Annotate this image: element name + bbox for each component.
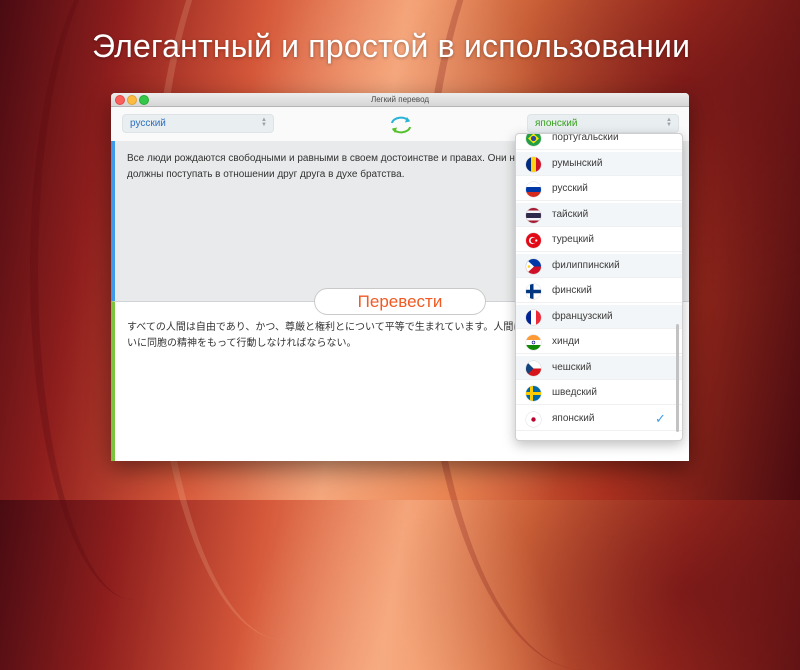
language-option-label: румынский	[552, 158, 603, 169]
language-option-label: шведский	[552, 387, 597, 398]
language-option-label: французский	[552, 311, 613, 322]
turkey-flag-icon	[526, 233, 541, 248]
dropdown-scrollbar[interactable]	[676, 324, 679, 432]
sweden-flag-icon	[526, 386, 541, 401]
language-option-label: филиппинский	[552, 260, 620, 271]
language-option-label: чешский	[552, 362, 592, 373]
france-flag-icon	[526, 310, 541, 325]
source-language-label: русский	[130, 118, 166, 129]
russia-flag-icon	[526, 182, 541, 197]
target-language-label: японский	[535, 118, 578, 129]
india-flag-icon	[526, 335, 541, 350]
language-option[interactable]: чешский	[516, 356, 682, 380]
language-option[interactable]: русский	[516, 177, 682, 201]
language-option[interactable]: хинди	[516, 330, 682, 354]
language-option-label: русский	[552, 183, 588, 194]
language-option[interactable]: финский	[516, 279, 682, 303]
brazil-flag-icon	[526, 134, 541, 146]
language-option-label: японский	[552, 413, 595, 424]
language-option-label: финский	[552, 285, 592, 296]
language-option-label: хинди	[552, 336, 580, 347]
checkmark-icon: ✓	[655, 411, 666, 426]
app-window: Легкий перевод русский ▲ ▼ японский ▲ ▼ Вс…	[111, 93, 689, 461]
language-option[interactable]: румынский	[516, 152, 682, 176]
language-option-label: турецкий	[552, 234, 594, 245]
language-option[interactable]: французский	[516, 305, 682, 329]
language-option[interactable]: шведский	[516, 381, 682, 405]
language-option-label: тайский	[552, 209, 589, 220]
window-title: Легкий перевод	[370, 95, 430, 104]
select-arrows-icon: ▲ ▼	[666, 117, 672, 128]
select-arrows-icon: ▲ ▼	[261, 117, 267, 128]
language-option[interactable]: португальский	[516, 133, 682, 150]
romania-flag-icon	[526, 157, 541, 172]
finland-flag-icon	[526, 284, 541, 299]
swap-arrows-icon[interactable]	[387, 114, 415, 136]
language-option[interactable]: филиппинский	[516, 254, 682, 278]
thailand-flag-icon	[526, 208, 541, 223]
source-language-select[interactable]: русский ▲ ▼	[122, 114, 274, 133]
philippines-flag-icon	[526, 259, 541, 274]
translate-button[interactable]: Перевести	[314, 288, 486, 315]
japan-flag-icon	[526, 412, 541, 427]
headline: Элегантный и простой в использовании	[92, 28, 691, 64]
language-option[interactable]: тайский	[516, 203, 682, 227]
language-option-selected[interactable]: японский ✓	[516, 407, 682, 431]
language-option-label: португальский	[552, 133, 619, 143]
target-language-select[interactable]: японский ▲ ▼	[527, 114, 679, 133]
title-bar: Легкий перевод	[111, 93, 689, 107]
czech-flag-icon	[526, 361, 541, 376]
language-option[interactable]: турецкий	[516, 228, 682, 252]
language-dropdown[interactable]: португальский румынский русский тайский …	[515, 133, 683, 441]
